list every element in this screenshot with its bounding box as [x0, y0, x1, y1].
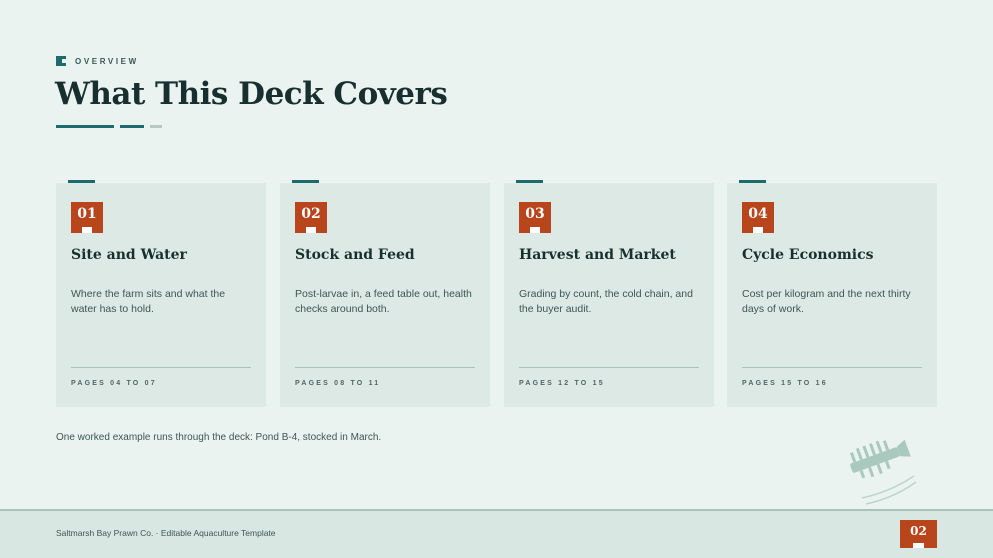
section-eyebrow: OVERVIEW — [56, 56, 139, 66]
footer-brand: Saltmarsh Bay Prawn Co. · Editable Aquac… — [56, 528, 276, 538]
card-tab — [68, 180, 95, 183]
card-divider — [519, 367, 699, 368]
card-divider — [295, 367, 475, 368]
card-tab — [739, 180, 766, 183]
card-stock-and-feed: 02 Stock and Feed Post-larvae in, a feed… — [280, 180, 490, 407]
card-description: Where the farm sits and what the water h… — [71, 288, 226, 315]
worked-example-note: One worked example runs through the deck… — [56, 432, 382, 443]
card-page-range: PAGES 12 TO 15 — [519, 380, 605, 387]
card-page-range: PAGES 08 TO 11 — [295, 380, 381, 387]
card-harvest-and-market: 03 Harvest and Market Grading by count, … — [504, 180, 714, 407]
card-title: Stock and Feed — [295, 247, 415, 263]
card-tab — [292, 180, 319, 183]
card-number-badge: 02 — [295, 202, 327, 233]
card-number-badge: 01 — [71, 202, 103, 233]
topic-cards: 01 Site and Water Where the farm sits an… — [56, 180, 937, 407]
card-description: Cost per kilogram and the next thirty da… — [742, 288, 911, 315]
card-page-range: PAGES 15 TO 16 — [742, 380, 828, 387]
eyebrow-square-icon — [56, 56, 66, 66]
card-description: Post-larvae in, a feed table out, health… — [295, 288, 472, 315]
card-title: Site and Water — [71, 247, 187, 263]
card-divider — [742, 367, 922, 368]
card-description: Grading by count, the cold chain, and th… — [519, 288, 693, 315]
prawn-icon — [849, 439, 917, 505]
card-tab — [516, 180, 543, 183]
card-divider — [71, 367, 251, 368]
card-number-badge: 03 — [519, 202, 551, 233]
page-title: What This Deck Covers — [55, 76, 448, 112]
card-site-and-water: 01 Site and Water Where the farm sits an… — [56, 180, 266, 407]
title-rule-short — [150, 125, 162, 128]
title-rule-long — [56, 125, 114, 128]
title-rule-medium — [120, 125, 144, 128]
card-number-badge: 04 — [742, 202, 774, 233]
card-page-range: PAGES 04 TO 07 — [71, 380, 157, 387]
eyebrow-label: OVERVIEW — [75, 56, 139, 66]
page-number-badge: 02 — [900, 520, 937, 548]
card-cycle-economics: 04 Cycle Economics Cost per kilogram and… — [727, 180, 937, 407]
card-title: Harvest and Market — [519, 247, 676, 263]
footer-bar: Saltmarsh Bay Prawn Co. · Editable Aquac… — [0, 509, 993, 558]
card-title: Cycle Economics — [742, 247, 874, 263]
